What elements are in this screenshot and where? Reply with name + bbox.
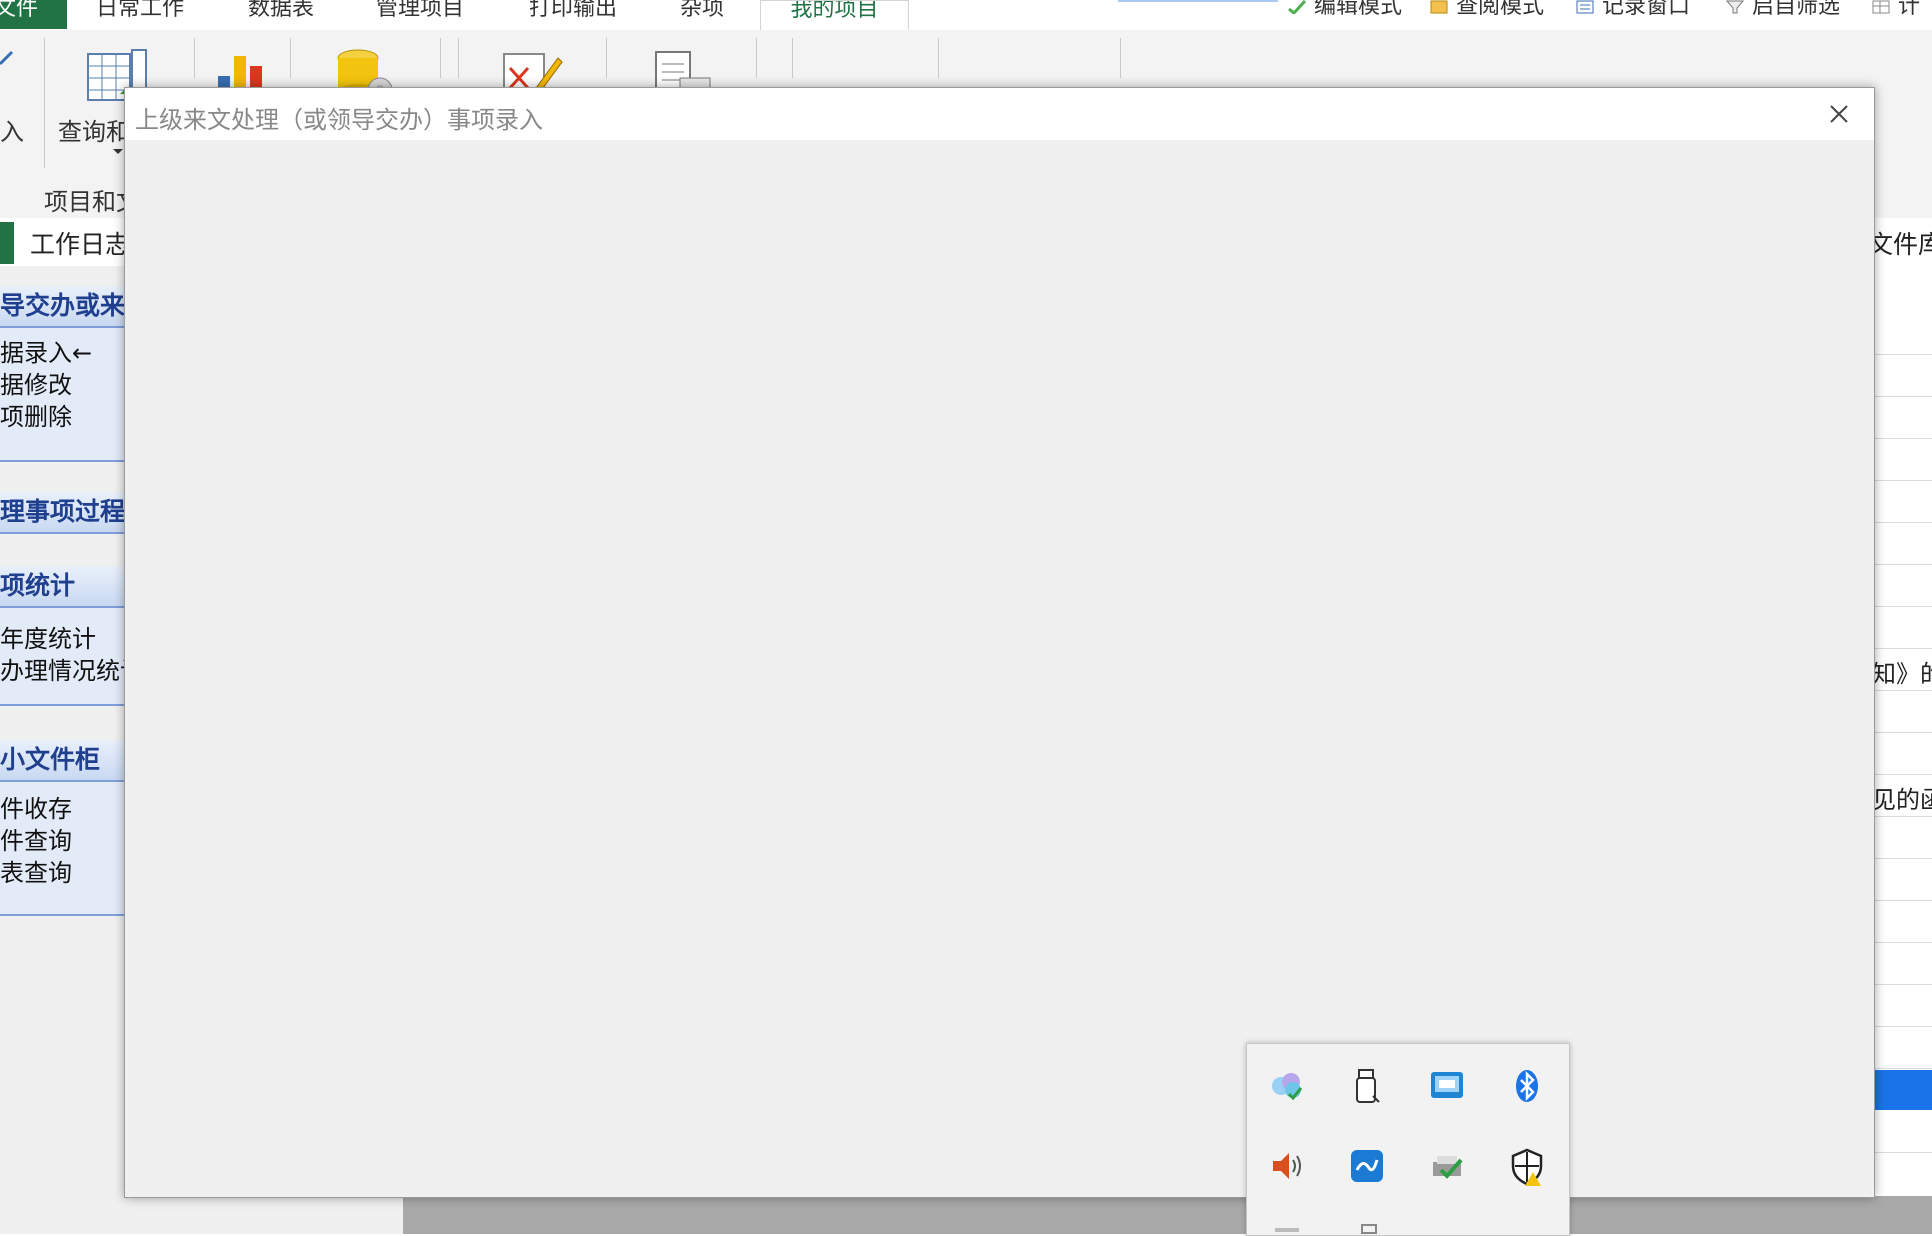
tray-icon-partial[interactable] bbox=[1267, 1220, 1307, 1235]
ribbon-separator bbox=[458, 38, 459, 78]
ribbon-separator bbox=[290, 38, 291, 78]
group-body-leader-assignment: 据录入← 据修改 项删除 bbox=[0, 328, 126, 462]
security-shield-icon[interactable] bbox=[1507, 1146, 1547, 1186]
group-body-file-cabinet: 件收存 件查询 表查询 bbox=[0, 782, 126, 916]
record-window-icon bbox=[1576, 0, 1594, 14]
system-tray-flyout bbox=[1246, 1043, 1570, 1236]
grid-row-divider bbox=[1872, 564, 1932, 565]
chevron-down-icon[interactable] bbox=[112, 148, 124, 156]
entry-dialog: 上级来文处理（或领导交办）事项录入 bbox=[124, 87, 1875, 1198]
grid-row-divider bbox=[1872, 354, 1932, 355]
tab-daily-work[interactable]: 日常工作 bbox=[96, 0, 184, 29]
auto-filter-label: 启自筛选 bbox=[1752, 0, 1841, 19]
grid-row-divider bbox=[1872, 984, 1932, 985]
table-count-button[interactable]: 计 bbox=[1872, 0, 1920, 20]
grid-row-divider bbox=[1872, 522, 1932, 523]
table-icon bbox=[1872, 0, 1890, 14]
cloud-sync-icon[interactable] bbox=[1267, 1066, 1307, 1106]
nav-item-delete[interactable]: 项删除 bbox=[0, 402, 72, 432]
grid-row-divider bbox=[1872, 396, 1932, 397]
tab-print-output[interactable]: 打印输出 bbox=[529, 0, 617, 29]
ribbon-separator bbox=[440, 38, 441, 78]
ribbon-separator bbox=[606, 38, 607, 78]
active-tab-marker bbox=[0, 222, 14, 264]
grid-row-divider bbox=[1872, 1026, 1932, 1027]
auto-filter-button[interactable]: 启自筛选 bbox=[1726, 0, 1840, 20]
grid-row-divider bbox=[1872, 858, 1932, 859]
bluetooth-icon[interactable] bbox=[1507, 1066, 1547, 1106]
nav-item-file-store[interactable]: 件收存 bbox=[0, 794, 72, 824]
group-header-process[interactable]: 理事项过程者 bbox=[0, 492, 126, 534]
input-button-label[interactable]: 入 bbox=[0, 112, 24, 147]
check-icon bbox=[0, 50, 14, 66]
grid-row-divider bbox=[1872, 900, 1932, 901]
view-mode-icon bbox=[1430, 0, 1448, 14]
dialog-title-bar[interactable]: 上级来文处理（或领导交办）事项录入 bbox=[125, 88, 1874, 140]
wave-app-icon[interactable] bbox=[1347, 1146, 1387, 1186]
tab-misc[interactable]: 杂项 bbox=[680, 0, 724, 29]
ribbon-separator bbox=[792, 38, 793, 78]
selected-grid-row[interactable] bbox=[1872, 1070, 1932, 1110]
nav-item-progress-stats[interactable]: 办理情况统计 bbox=[0, 656, 144, 686]
grid-row-divider bbox=[1872, 816, 1932, 817]
tab-data-table[interactable]: 数据表 bbox=[248, 0, 314, 29]
left-navigation-panel: 导交办或来文 据录入← 据修改 项删除 理事项过程者 项统计 年度统计 办理情况… bbox=[0, 266, 144, 1234]
grid-row-divider bbox=[1872, 690, 1932, 691]
dialog-body bbox=[125, 140, 1874, 1197]
tab-my-project[interactable]: 我的项目 bbox=[760, 0, 909, 32]
edit-mode-button[interactable]: 编辑模式 bbox=[1288, 0, 1402, 20]
view-mode-label: 查阅模式 bbox=[1456, 0, 1545, 19]
background-data-grid bbox=[1872, 266, 1932, 1234]
grid-cell-text: 见的函 bbox=[1872, 786, 1932, 814]
group-body-statistics: 年度统计 办理情况统计 bbox=[0, 608, 144, 706]
volume-icon[interactable] bbox=[1267, 1146, 1307, 1186]
group-header-statistics[interactable]: 项统计 bbox=[0, 566, 126, 608]
edit-mode-label: 编辑模式 bbox=[1314, 0, 1403, 19]
title-bar-divider bbox=[1118, 0, 1278, 2]
nav-item-table-query[interactable]: 表查询 bbox=[0, 858, 72, 888]
grid-row-divider bbox=[1872, 438, 1932, 439]
record-window-button[interactable]: 记录窗口 bbox=[1576, 0, 1690, 20]
network-monitor-icon[interactable] bbox=[1427, 1066, 1467, 1106]
ribbon-separator bbox=[938, 38, 939, 78]
nav-item-data-entry[interactable]: 据录入← bbox=[0, 338, 92, 368]
usb-drive-icon[interactable] bbox=[1347, 1066, 1387, 1106]
grid-cell-text: 知》的 bbox=[1872, 660, 1932, 688]
record-window-label: 记录窗口 bbox=[1602, 0, 1691, 19]
ribbon-separator bbox=[44, 38, 45, 168]
edit-mode-icon bbox=[1288, 0, 1306, 14]
ribbon-separator bbox=[1120, 38, 1121, 78]
ribbon-separator bbox=[194, 38, 195, 78]
group-header-file-cabinet[interactable]: 小文件柜 bbox=[0, 740, 126, 782]
grid-row-divider bbox=[1872, 774, 1932, 775]
group-header-leader-assignment[interactable]: 导交办或来文 bbox=[0, 286, 126, 328]
filter-icon bbox=[1726, 0, 1744, 14]
grid-row-divider bbox=[1872, 732, 1932, 733]
table-count-label: 计 bbox=[1898, 0, 1921, 19]
grid-row-divider bbox=[1872, 606, 1932, 607]
nav-item-data-edit[interactable]: 据修改 bbox=[0, 370, 72, 400]
grid-row-divider bbox=[1872, 1152, 1932, 1153]
nav-item-file-query[interactable]: 件查询 bbox=[0, 826, 72, 856]
status-bar-gray-area bbox=[403, 1196, 1932, 1234]
print-check-icon[interactable] bbox=[1427, 1146, 1467, 1186]
grid-row-divider bbox=[1872, 942, 1932, 943]
tab-work-log[interactable]: 工作日志 bbox=[30, 225, 130, 261]
grid-row-divider bbox=[1872, 480, 1932, 481]
tab-file-library[interactable]: 文件库 bbox=[1868, 225, 1932, 261]
query-button-label[interactable]: 查询和 bbox=[58, 112, 130, 147]
close-icon[interactable] bbox=[1822, 97, 1856, 131]
grid-row-divider bbox=[1872, 648, 1932, 649]
ribbon-separator bbox=[756, 38, 757, 78]
tab-file[interactable]: 文件 bbox=[0, 0, 67, 29]
nav-item-annual-stats[interactable]: 年度统计 bbox=[0, 624, 96, 654]
tab-manage-project[interactable]: 管理项目 bbox=[376, 0, 464, 29]
grid-row-divider bbox=[1872, 1068, 1932, 1069]
view-mode-button[interactable]: 查阅模式 bbox=[1430, 0, 1544, 20]
dialog-title: 上级来文处理（或领导交办）事项录入 bbox=[135, 106, 543, 134]
ribbon-tab-bar: 文件 日常工作 数据表 管理项目 打印输出 杂项 我的项目 编辑模式 查阅模式 … bbox=[0, 0, 1932, 32]
tray-icon-partial[interactable] bbox=[1347, 1220, 1387, 1235]
